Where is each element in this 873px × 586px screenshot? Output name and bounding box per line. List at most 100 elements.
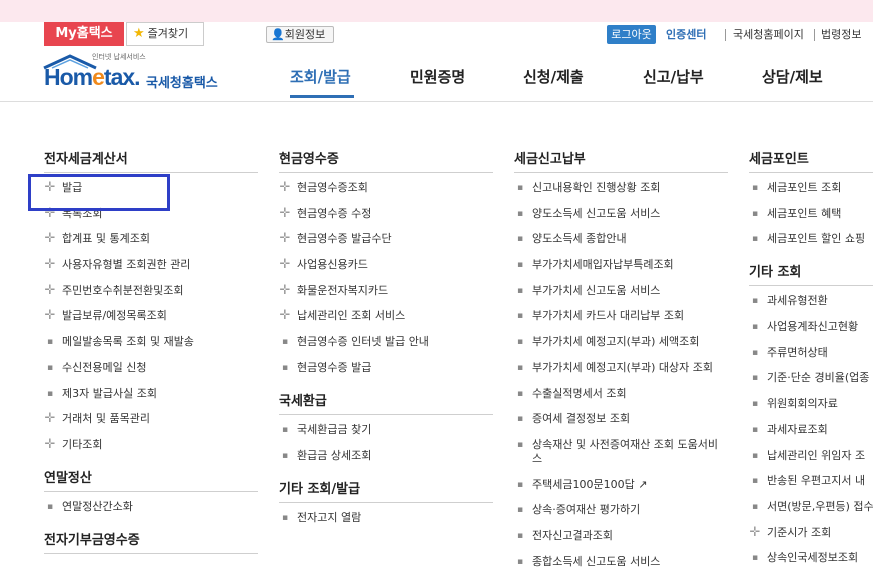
menu-item[interactable]: ▪ 양도소득세 신고도움 서비스 (514, 207, 728, 221)
menu-item[interactable]: ▪ 주류면허상태 (749, 346, 873, 360)
section-title[interactable]: 연말정산 (44, 467, 258, 487)
menu-section: 국세환급 ▪ 국세환급금 찾기 ▪ 환급금 상세조회 (279, 390, 493, 463)
menu-item-label: 납세관리인 조회 서비스 (297, 309, 406, 323)
nav-certificates[interactable]: 민원증명 (410, 66, 465, 87)
menu-item[interactable]: ✛ 사용자유형별 조회권한 관리 (44, 258, 258, 272)
menu-item[interactable]: ✛ 납세관리인 조회 서비스 (279, 309, 493, 323)
menu-item[interactable]: ✛ 현금영수증 발급수단 (279, 232, 493, 246)
menu-item[interactable]: ▪ 위원회회의자료 (749, 397, 873, 411)
bullet-icon: ▪ (516, 439, 524, 450)
expand-plus-icon: ✛ (279, 257, 291, 273)
menu-item[interactable]: ▪ 환급금 상세조회 (279, 449, 493, 463)
menu-item-label: 발급보류/예정목록조회 (62, 309, 167, 323)
menu-item[interactable]: ✛ 주민번호수취분전환및조회 (44, 283, 258, 298)
cert-center-link[interactable]: 인증센터 (666, 25, 706, 44)
section-title[interactable]: 전자세금계산서 (44, 148, 258, 168)
nav-report-pay[interactable]: 신고/납부 (643, 66, 704, 87)
menu-item[interactable]: ▪ 상속인국세정보조회 (749, 551, 873, 565)
nav-inquiry-issue[interactable]: 조회/발급 (290, 66, 351, 87)
menu-item[interactable]: ▪ 서면(방문,우편등) 접수 (749, 500, 873, 514)
law-info-link[interactable]: 법령정보 (821, 25, 861, 44)
nav-consult-report[interactable]: 상담/제보 (762, 66, 823, 87)
logo-small-text: 인터넷 납세서비스 (92, 53, 146, 61)
expand-plus-icon: ✛ (44, 231, 56, 247)
menu-item-label: 사업용신용카드 (297, 258, 368, 272)
menu-item[interactable]: ▪ 주택세금100문100답 ↗ (514, 478, 728, 492)
menu-item[interactable]: ▪ 메일발송목록 조회 및 재발송 (44, 335, 258, 349)
section-title[interactable]: 기타 조회 (749, 261, 873, 281)
menu-item[interactable]: ▪ 증여세 결정정보 조회 (514, 412, 728, 426)
menu-item[interactable]: ▪ 제3자 발급사실 조회 (44, 387, 258, 401)
hometax-logo[interactable]: 인터넷 납세서비스 Hometax. 국세청홈택스 (42, 52, 232, 98)
menu-item-label: 환급금 상세조회 (297, 448, 372, 462)
expand-plus-icon: ✛ (279, 205, 291, 221)
menu-item-label: 종합소득세 신고도움 서비스 (532, 554, 661, 568)
nav-apply-submit[interactable]: 신청/제출 (523, 66, 584, 87)
menu-item[interactable]: ✛ 목록조회 (44, 206, 258, 221)
menu-item[interactable]: ▪ 세금포인트 조회 (749, 181, 873, 195)
menu-item[interactable]: ✛ 현금영수증 수정 (279, 205, 493, 221)
member-info-button[interactable]: 👤회원정보 (266, 26, 334, 43)
menu-item[interactable]: ▪ 전자고지 열람 (279, 511, 493, 525)
menu-item[interactable]: ▪ 상속재산 및 사전증여재산 조회 도움서비스 (514, 438, 728, 466)
menu-item[interactable]: ▪ 현금영수증 발급 (279, 361, 493, 375)
menu-item[interactable]: ✛ 현금영수증조회 (279, 181, 493, 195)
menu-item-label: 목록조회 (62, 206, 103, 220)
menu-item[interactable]: ▪ 국세환급금 찾기 (279, 423, 493, 437)
menu-item[interactable]: ▪ 수출실적명세서 조회 (514, 387, 728, 401)
my-hometax-button[interactable]: My홈택스 (44, 22, 124, 46)
bullet-icon: ▪ (751, 450, 759, 461)
nts-homepage-link[interactable]: 국세청홈페이지 (733, 25, 804, 44)
menu-item[interactable]: ✛ 거래처 및 품목관리 (44, 412, 258, 426)
menu-item[interactable]: ✛ 합계표 및 통계조회 (44, 232, 258, 246)
menu-section: 현금영수증 ✛ 현금영수증조회 ✛ 현금영수증 수정 ✛ 현금영수증 발급수단 ✛ 사업용신용카… (279, 148, 493, 375)
menu-item[interactable]: ▪ 사업용계좌신고현황 (749, 320, 873, 334)
menu-item[interactable]: ▪ 전자신고결과조회 (514, 529, 728, 543)
menu-item[interactable]: ▪ 종합소득세 신고도움 서비스 (514, 555, 728, 569)
bullet-icon: ▪ (281, 362, 289, 373)
menu-item[interactable]: ✛ 발급보류/예정목록조회 (44, 309, 258, 323)
menu-item[interactable]: ▪ 신고내용확인 진행상황 조회 (514, 181, 728, 195)
menu-item-label: 거래처 및 품목관리 (62, 412, 150, 426)
active-tab-indicator (290, 95, 354, 98)
menu-item[interactable]: ▪ 기준·단순 경비율(업종 (749, 371, 873, 385)
menu-item-label: 화물운전자복지카드 (297, 283, 389, 297)
section-divider (44, 552, 258, 554)
menu-item[interactable]: ▪ 연말정산간소화 (44, 500, 258, 514)
menu-item[interactable]: ▪ 세금포인트 혜택 (749, 207, 873, 221)
section-title[interactable]: 국세환급 (279, 390, 493, 410)
section-title[interactable]: 전자기부금영수증 (44, 529, 258, 549)
menu-item-label: 상속인국세정보조회 (767, 551, 859, 565)
menu-item[interactable]: ▪ 부가가치세 카드사 대리납부 조회 (514, 309, 728, 323)
menu-item[interactable]: ▪ 현금영수증 인터넷 발급 안내 (279, 335, 493, 349)
section-title[interactable]: 현금영수증 (279, 148, 493, 168)
logo-wordmark: Hometax. (44, 64, 141, 90)
menu-item[interactable]: ▪ 부가가치세 신고도움 서비스 (514, 284, 728, 298)
logout-button[interactable]: 로그아웃 (607, 25, 656, 44)
menu-item[interactable]: ✛ 사업용신용카드 (279, 258, 493, 272)
menu-item[interactable]: ▪ 부가가치세 예정고지(부과) 세액조회 (514, 335, 728, 349)
menu-item[interactable]: ▪ 부가가치세매입자납부특례조회 (514, 258, 728, 272)
menu-item-label: 부가가치세 예정고지(부과) 대상자 조회 (532, 360, 713, 374)
menu-item[interactable]: ✛ 화물운전자복지카드 (279, 283, 493, 298)
menu-item[interactable]: ▪ 양도소득세 종합안내 (514, 232, 728, 246)
menu-item[interactable]: ▪ 상속·증여재산 평가하기 (514, 503, 728, 517)
menu-column-4: 세금포인트 ▪ 세금포인트 조회 ▪ 세금포인트 혜택 ▪ 세금포인트 할인 쇼핑기타 조회… (749, 148, 873, 577)
menu-item[interactable]: ▪ 납세관리인 위임자 조 (749, 449, 873, 463)
bullet-icon: ▪ (516, 388, 524, 399)
menu-item[interactable]: ▪ 반송된 우편고지서 내 (749, 474, 873, 488)
menu-item[interactable]: ✛ 기타조회 (44, 437, 258, 452)
section-title[interactable]: 기타 조회/발급 (279, 478, 493, 498)
section-title[interactable]: 세금포인트 (749, 148, 873, 168)
menu-item[interactable]: ▪ 과세유형전환 (749, 294, 873, 308)
menu-item[interactable]: ▪ 부가가치세 예정고지(부과) 대상자 조회 (514, 361, 728, 375)
bullet-icon: ▪ (751, 373, 759, 384)
menu-item[interactable]: ▪ 과세자료조회 (749, 423, 873, 437)
menu-item[interactable]: ▪ 수신전용메일 신청 (44, 361, 258, 375)
menu-item-label: 부가가치세 카드사 대리납부 조회 (532, 309, 685, 323)
favorites-button[interactable]: ★ 즐겨찾기 (126, 22, 204, 46)
menu-item[interactable]: ✛ 발급 (44, 181, 258, 195)
menu-item[interactable]: ▪ 세금포인트 할인 쇼핑 (749, 232, 873, 246)
section-title[interactable]: 세금신고납부 (514, 148, 728, 168)
menu-item[interactable]: ✛ 기준시가 조회 (749, 525, 873, 540)
